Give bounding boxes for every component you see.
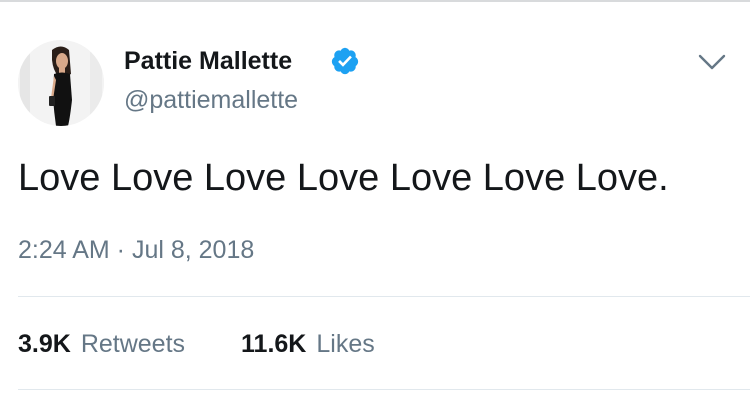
likes-label: Likes [316, 330, 375, 358]
display-name[interactable]: Pattie Mallette [124, 44, 292, 78]
divider [18, 389, 750, 390]
retweets-count: 3.9K [18, 330, 71, 358]
timestamp[interactable]: 2:24 AM · Jul 8, 2018 [18, 234, 254, 266]
tweet-text: Love Love Love Love Love Love Love. [18, 157, 669, 199]
top-divider [0, 0, 750, 2]
verified-badge-icon [331, 47, 359, 75]
divider [18, 296, 750, 297]
handle[interactable]: @pattiemallette [124, 84, 298, 116]
tweet-stats: 3.9K Retweets 11.6K Likes [18, 328, 375, 360]
retweets-label: Retweets [80, 330, 186, 358]
likes-stat[interactable]: 11.6K Likes [241, 328, 375, 360]
avatar-photo [18, 40, 104, 126]
likes-count: 11.6K [241, 330, 307, 358]
chevron-down-icon[interactable] [696, 50, 728, 74]
retweets-stat[interactable]: 3.9K Retweets [18, 328, 185, 360]
avatar[interactable] [18, 40, 104, 126]
